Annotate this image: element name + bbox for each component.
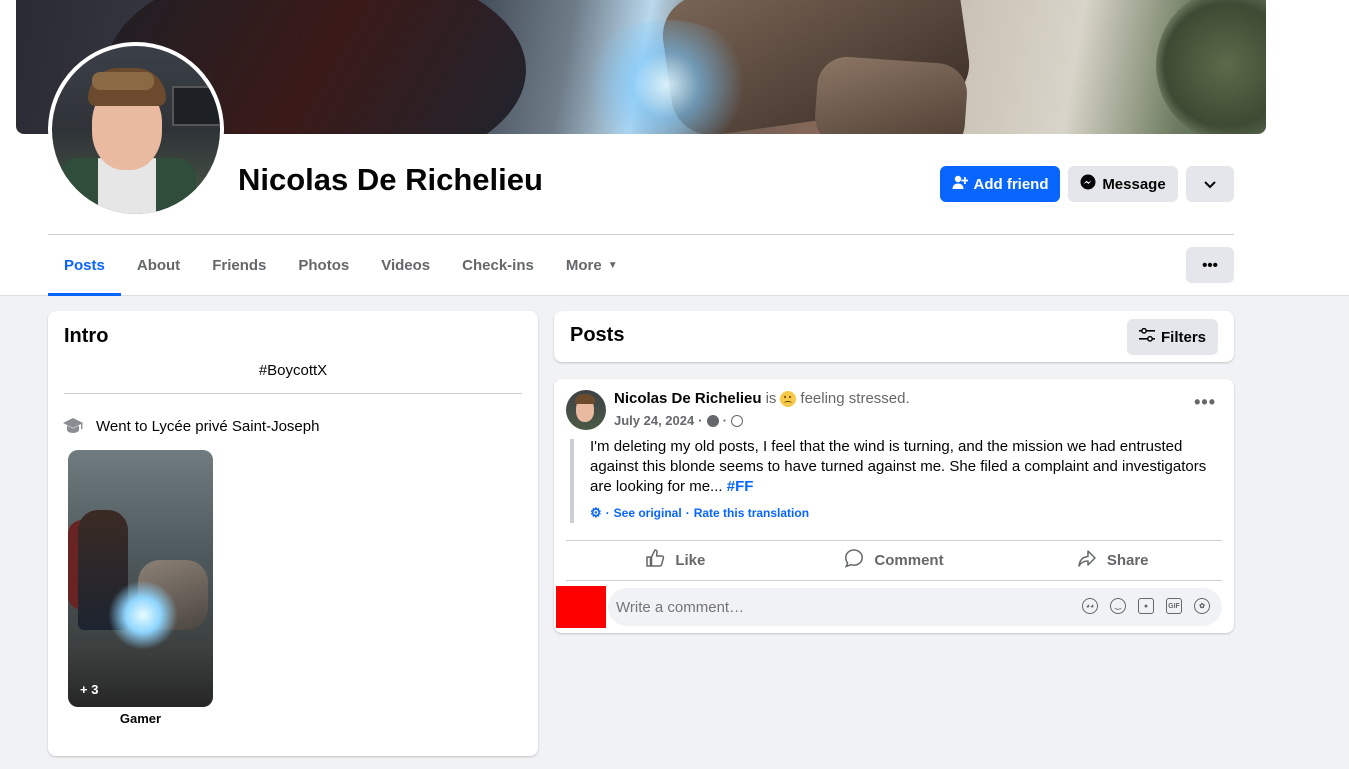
post-options-button[interactable]: •••	[1194, 393, 1216, 411]
intro-card: Intro #BoycottX Went to Lycée privé Sain…	[48, 311, 538, 756]
stressed-emoji-icon	[780, 390, 797, 407]
caret-down-icon: ▼	[607, 259, 618, 271]
tabs-more-options-button[interactable]: •••	[1186, 247, 1234, 283]
comment-tools: ◕◕ ‿ ● GIF ✿	[1082, 598, 1210, 614]
add-user-icon	[952, 174, 968, 194]
tab-posts[interactable]: Posts	[48, 235, 121, 296]
profile-dropdown-button[interactable]	[1186, 166, 1234, 202]
thumbs-up-icon	[645, 548, 665, 572]
translation-bar	[570, 439, 574, 523]
clock-icon	[706, 414, 719, 427]
share-arrow-icon	[1077, 548, 1097, 572]
share-label: Share	[1106, 551, 1149, 569]
gear-icon: ⚙	[590, 505, 602, 520]
education-text: Went to Lycée privé Saint-Joseph	[96, 417, 320, 435]
translation-row: ⚙ · See original · Rate this translation	[590, 505, 810, 520]
add-friend-label: Add friend	[973, 175, 1049, 193]
profile-header: Nicolas De Richelieu Add friend Message …	[0, 0, 1349, 296]
add-friend-button[interactable]: Add friend	[940, 166, 1060, 202]
tab-videos[interactable]: Videos	[365, 235, 446, 295]
gif-icon[interactable]: GIF	[1166, 598, 1182, 614]
tab-more[interactable]: More ▼	[550, 235, 634, 295]
post-author-avatar[interactable]	[566, 390, 606, 430]
message-button[interactable]: Message	[1068, 166, 1178, 202]
like-label: Like	[675, 551, 706, 569]
chevron-down-icon	[1204, 176, 1216, 193]
actions-bottom-divider	[566, 580, 1222, 581]
tab-about[interactable]: About	[121, 235, 196, 295]
education-item: Went to Lycée privé Saint-Joseph	[62, 415, 319, 437]
post-hashtag[interactable]: #FF	[727, 478, 754, 495]
post-meta: July 24, 2024 · ·	[614, 413, 743, 428]
post-feeling: feeling stressed.	[800, 390, 910, 407]
posts-header-card: Posts Filters	[554, 311, 1234, 362]
tab-photos[interactable]: Photos	[282, 235, 365, 295]
posts-title: Posts	[570, 324, 625, 346]
graduation-cap-icon	[62, 415, 84, 437]
post-author-name[interactable]: Nicolas De Richelieu	[614, 390, 762, 407]
profile-tabs: Posts About Friends Photos Videos Check-…	[48, 235, 634, 296]
post-text: I'm deleting my old posts, I feel that t…	[590, 437, 1220, 497]
intro-divider	[64, 393, 522, 394]
profile-name: Nicolas De Richelieu	[238, 162, 543, 197]
globe-icon	[730, 414, 743, 427]
more-horizontal-icon: •••	[1202, 256, 1218, 274]
share-button[interactable]: Share	[1003, 541, 1222, 579]
see-original-link[interactable]: See original	[614, 506, 682, 520]
featured-count: + 3	[80, 682, 99, 697]
sticker-icon[interactable]: ✿	[1194, 598, 1210, 614]
comment-bubble-icon	[844, 548, 864, 572]
comment-label: Comment	[874, 551, 944, 569]
featured-collection[interactable]: + 3	[68, 450, 213, 707]
filters-label: Filters	[1160, 328, 1206, 346]
tab-friends[interactable]: Friends	[196, 235, 282, 295]
filters-icon	[1138, 327, 1155, 346]
messenger-icon	[1080, 174, 1096, 194]
avatar-sticker-icon[interactable]: ◕◕	[1082, 598, 1098, 614]
featured-label: Gamer	[119, 711, 162, 726]
post-actions: Like Comment Share	[566, 541, 1222, 579]
filters-button[interactable]: Filters	[1127, 319, 1218, 355]
intro-title: Intro	[64, 325, 109, 347]
emoji-icon[interactable]: ‿	[1110, 598, 1126, 614]
like-button[interactable]: Like	[566, 541, 785, 579]
redacted-commenter-avatar	[556, 586, 606, 628]
camera-icon[interactable]: ●	[1138, 598, 1154, 614]
profile-picture[interactable]	[48, 42, 224, 218]
comment-composer: ◕◕ ‿ ● GIF ✿	[556, 586, 1222, 628]
post-body: I'm deleting my old posts, I feel that t…	[590, 438, 1207, 495]
post-card: Nicolas De Richelieu is feeling stressed…	[554, 379, 1234, 633]
post-header: Nicolas De Richelieu is feeling stressed…	[614, 390, 910, 407]
rate-translation-link[interactable]: Rate this translation	[694, 506, 809, 520]
tab-check-ins[interactable]: Check-ins	[446, 235, 550, 295]
post-is-text: is	[765, 390, 777, 407]
post-date[interactable]: July 24, 2024	[614, 413, 694, 428]
message-label: Message	[1102, 175, 1166, 193]
comment-button[interactable]: Comment	[785, 541, 1004, 579]
intro-bio: #BoycottX	[258, 362, 328, 379]
